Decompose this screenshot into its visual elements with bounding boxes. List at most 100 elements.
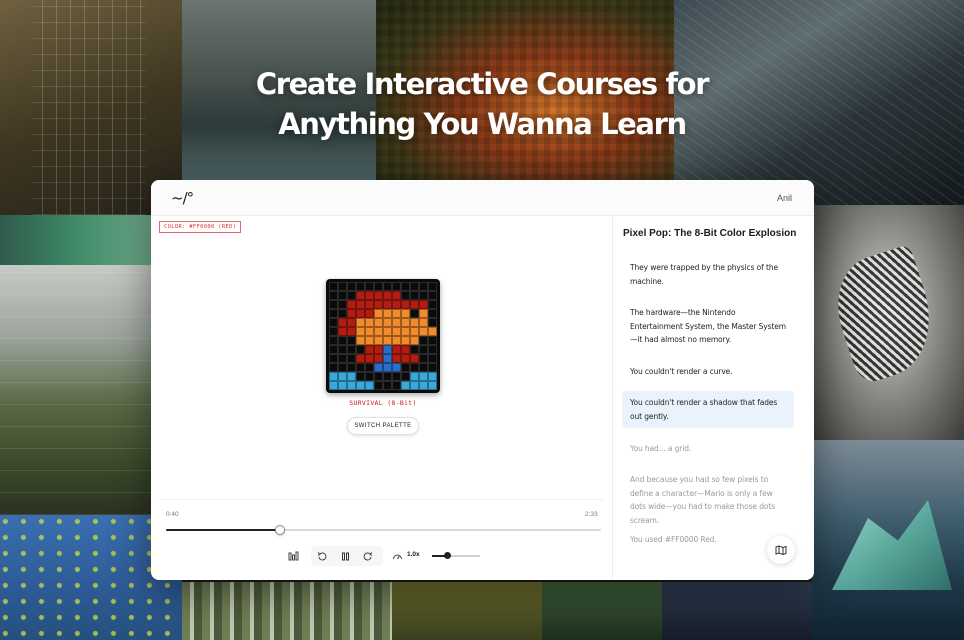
sprite-pixel: [347, 327, 356, 336]
pixel-sprite-mario: [329, 282, 437, 390]
progress-fill: [166, 529, 281, 531]
sprite-pixel: [392, 354, 401, 363]
forward-icon: [363, 551, 372, 560]
sprite-pixel: [410, 300, 419, 309]
collage-tile-glitch: [182, 582, 392, 640]
sprite-pixel: [419, 354, 428, 363]
sprite-pixel: [338, 354, 347, 363]
sprite-pixel: [392, 363, 401, 372]
pause-button[interactable]: [337, 548, 353, 564]
sprite-pixel: [347, 291, 356, 300]
sprite-pixel: [365, 336, 374, 345]
sprite-pixel: [392, 291, 401, 300]
transcript-line-active[interactable]: You couldn't render a shadow that fades …: [622, 391, 794, 428]
transcript-line[interactable]: The hardware—the Nintendo Entertainment …: [622, 301, 794, 352]
progress-thumb[interactable]: [275, 525, 286, 535]
collage-tile-field: [0, 265, 152, 515]
palette-mode-label: SURVIVAL (8-Bit): [349, 399, 417, 407]
user-name[interactable]: Anil: [777, 193, 792, 203]
switch-palette-button[interactable]: SWITCH PALETTE: [347, 417, 419, 435]
sprite-pixel: [374, 354, 383, 363]
sprite-pixel: [401, 282, 410, 291]
sprite-pixel: [329, 300, 338, 309]
sprite-pixel: [383, 345, 392, 354]
sprite-pixel: [410, 363, 419, 372]
sprite-pixel: [329, 318, 338, 327]
transcript-line[interactable]: And because you had so few pixels to def…: [622, 468, 794, 532]
sprite-pixel: [410, 291, 419, 300]
sprite-pixel: [401, 336, 410, 345]
sprite-pixel: [383, 318, 392, 327]
sprite-pixel: [329, 282, 338, 291]
sprite-pixel: [329, 372, 338, 381]
sprite-pixel: [383, 354, 392, 363]
sprite-pixel: [356, 300, 365, 309]
sprite-pixel: [338, 291, 347, 300]
sprite-pixel: [347, 354, 356, 363]
sprite-pixel: [383, 336, 392, 345]
rewind-button[interactable]: [314, 548, 330, 564]
sprite-pixel: [392, 327, 401, 336]
transcript-line[interactable]: They were trapped by the physics of the …: [622, 256, 794, 293]
sprite-pixel: [419, 372, 428, 381]
volume-thumb[interactable]: [443, 552, 451, 559]
sprite-pixel: [383, 363, 392, 372]
speed-button[interactable]: [390, 548, 404, 564]
chart-button[interactable]: [285, 548, 301, 564]
hero-headline: Create Interactive Courses for Anything …: [0, 64, 964, 144]
sprite-pixel: [356, 354, 365, 363]
sprite-pixel: [365, 327, 374, 336]
sprite-pixel: [428, 291, 437, 300]
sprite-pixel: [392, 381, 401, 390]
sprite-pixel: [392, 318, 401, 327]
sprite-pixel: [347, 363, 356, 372]
sprite-pixel: [365, 318, 374, 327]
sprite-pixel: [428, 345, 437, 354]
sprite-pixel: [338, 381, 347, 390]
volume-slider[interactable]: [432, 552, 480, 559]
controls-divider: [159, 499, 604, 500]
rewind-icon: [317, 551, 326, 560]
sprite-pixel: [356, 309, 365, 318]
sprite-pixel: [392, 372, 401, 381]
sprite-pixel: [374, 363, 383, 372]
sprite-pixel: [356, 318, 365, 327]
sprite-pixel: [347, 381, 356, 390]
sprite-pixel: [383, 372, 392, 381]
sprite-pixel: [383, 300, 392, 309]
sprite-pixel: [401, 363, 410, 372]
sprite-pixel: [338, 309, 347, 318]
transcript-line[interactable]: You couldn't render a curve.: [622, 360, 794, 384]
sprite-pixel: [419, 318, 428, 327]
sprite-pixel: [356, 291, 365, 300]
hero-line-2: Anything You Wanna Learn: [278, 107, 687, 141]
sprite-pixel: [374, 282, 383, 291]
progress-track[interactable]: [166, 525, 601, 535]
current-time: 0:40: [166, 511, 179, 518]
sprite-pixel: [428, 318, 437, 327]
collage-tile-aerial: [0, 215, 152, 265]
playback-speed[interactable]: 1.0x: [407, 551, 420, 558]
app-logo[interactable]: ~/°: [171, 189, 194, 207]
map-button[interactable]: [767, 536, 795, 564]
sprite-pixel: [374, 381, 383, 390]
sprite-pixel: [410, 327, 419, 336]
sprite-pixel: [410, 372, 419, 381]
sprite-pixel: [329, 291, 338, 300]
sprite-pixel: [428, 354, 437, 363]
sprite-pixel: [374, 345, 383, 354]
sprite-pixel: [383, 282, 392, 291]
sprite-pixel: [347, 300, 356, 309]
sprite-pixel: [365, 291, 374, 300]
sprite-pixel: [338, 282, 347, 291]
sprite-pixel: [401, 318, 410, 327]
sprite-pixel: [428, 381, 437, 390]
transcript-line[interactable]: You had... a grid.: [622, 437, 794, 461]
sprite-pixel: [347, 282, 356, 291]
sprite-pixel: [419, 291, 428, 300]
sprite-pixel: [401, 327, 410, 336]
sprite-pixel: [383, 327, 392, 336]
forward-button[interactable]: [359, 548, 375, 564]
total-time: 2:33: [585, 511, 598, 518]
sprite-pixel: [410, 336, 419, 345]
